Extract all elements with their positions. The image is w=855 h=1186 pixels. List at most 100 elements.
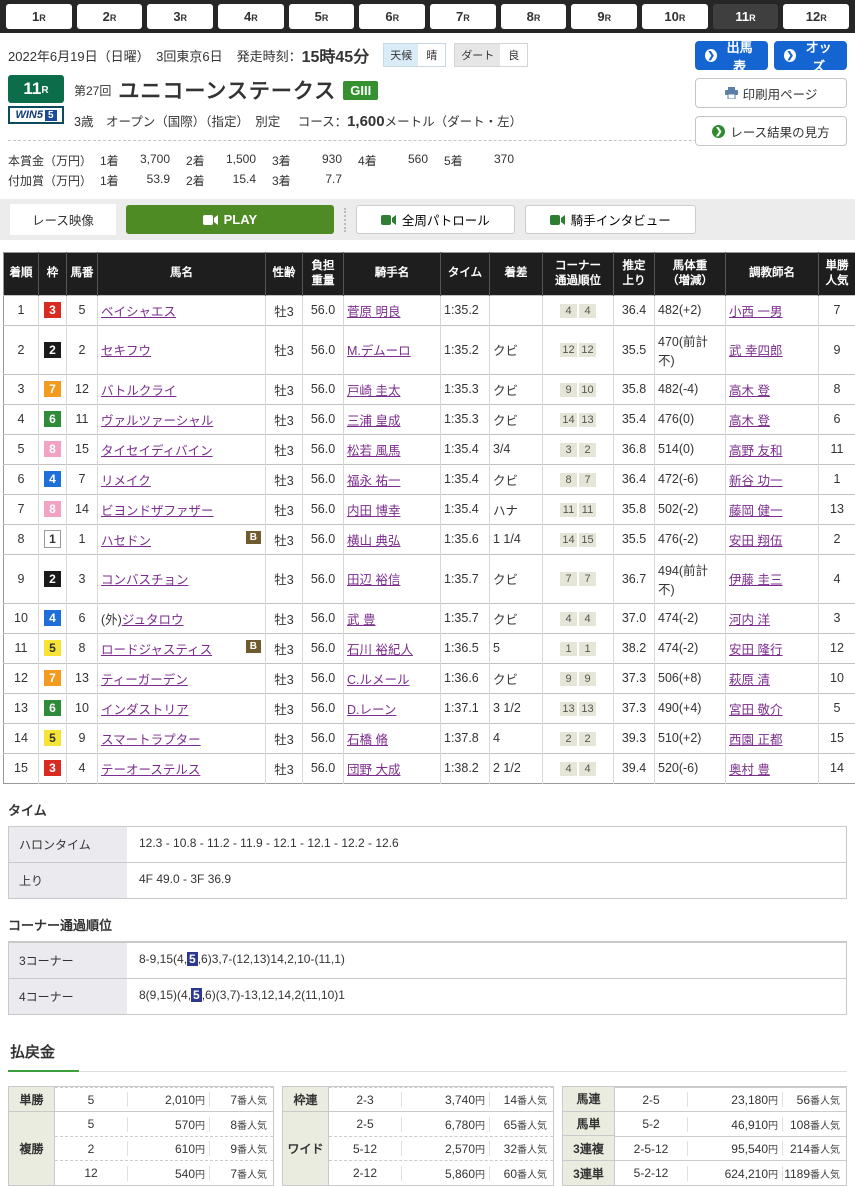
jockey-link[interactable]: 団野 大成 [347, 763, 400, 777]
race-tab[interactable]: 7R [430, 4, 496, 29]
jockey-link[interactable]: 石川 裕紀人 [347, 643, 413, 657]
horse-name-link[interactable]: セキフウ [101, 344, 151, 358]
results-guide-button[interactable]: ❯レース結果の見方 [695, 116, 847, 146]
trainer-link[interactable]: 西園 正都 [729, 733, 782, 747]
jockey-link[interactable]: 福永 祐一 [347, 474, 400, 488]
horse-name-link[interactable]: バトルクライ [101, 384, 176, 398]
agari-row: 上り 4F 49.0 - 3F 36.9 [9, 862, 846, 898]
race-tab-r: R [605, 13, 612, 23]
jockey-interview-button[interactable]: 騎手インタビュー [525, 205, 696, 234]
finish-time: 1:35.7 [441, 554, 490, 603]
trainer-link[interactable]: 安田 翔伍 [729, 534, 782, 548]
trainer-link[interactable]: 萩原 清 [729, 673, 770, 687]
horse-name-link[interactable]: タイセイディバイン [101, 444, 213, 458]
arrow-circle-icon: ❯ [705, 49, 717, 62]
trainer-link[interactable]: 高木 登 [729, 414, 770, 428]
race-video-label: レース映像 [10, 204, 116, 235]
trainer-link[interactable]: 藤岡 健一 [729, 504, 782, 518]
jockey-link[interactable]: 戸崎 圭太 [347, 384, 400, 398]
race-tab[interactable]: 4R [218, 4, 284, 29]
sex-age: 牡3 [266, 753, 303, 783]
horse-name-link[interactable]: ヴァルツァーシャル [101, 414, 213, 428]
horse-name-link[interactable]: ベイシャエス [101, 305, 176, 319]
horse-name-link[interactable]: テーオーステルス [101, 763, 200, 777]
race-tab[interactable]: 10R [642, 4, 708, 29]
column-header: 単勝 人気 [819, 253, 855, 296]
horse-name-link[interactable]: コンバスチョン [101, 573, 189, 587]
race-tab[interactable]: 9R [571, 4, 637, 29]
trainer-link[interactable]: 奥村 豊 [729, 763, 770, 777]
play-button[interactable]: PLAY [126, 205, 334, 234]
print-page-button[interactable]: 印刷用ページ [695, 78, 847, 108]
trainer-link[interactable]: 安田 隆行 [729, 643, 782, 657]
race-tab-number: 10 [664, 9, 678, 24]
trainer-link[interactable]: 小西 一男 [729, 305, 782, 319]
trainer-link[interactable]: 宮田 敬介 [729, 703, 782, 717]
trainer-link[interactable]: 河内 洋 [729, 613, 770, 627]
race-tab[interactable]: 3R [147, 4, 213, 29]
race-edition: 第27回 [74, 82, 111, 99]
jockey-link[interactable]: 横山 典弘 [347, 534, 400, 548]
entry-table-button[interactable]: ❯出馬表 [695, 41, 768, 70]
jockey-link[interactable]: 内田 博幸 [347, 504, 400, 518]
jockey-link[interactable]: D.レーン [347, 703, 396, 717]
race-tab[interactable]: 6R [359, 4, 425, 29]
race-tab-r: R [181, 13, 188, 23]
column-header: 馬番 [67, 253, 98, 296]
horse-number: 12 [67, 374, 98, 404]
jockey-link[interactable]: 武 豊 [347, 613, 375, 627]
horse-name-link[interactable]: ハセドン [101, 534, 151, 548]
race-tab[interactable]: 2R [77, 4, 143, 29]
jockey-link[interactable]: 菅原 明良 [347, 305, 400, 319]
payout-amount: 3,740 [445, 1093, 475, 1107]
jockey-link[interactable]: 三浦 皇成 [347, 414, 400, 428]
finish-time: 1:36.5 [441, 633, 490, 663]
trainer-link[interactable]: 高木 登 [729, 384, 770, 398]
odds-button[interactable]: ❯オッズ [774, 41, 847, 70]
race-tab[interactable]: 11R [713, 4, 779, 29]
horse-name-link[interactable]: ティーガーデン [101, 673, 188, 687]
finish-time: 1:35.4 [441, 464, 490, 494]
jockey-link[interactable]: C.ルメール [347, 673, 410, 687]
margin: 3 1/2 [490, 693, 543, 723]
corner-position: 4 [560, 612, 577, 626]
race-tab[interactable]: 1R [6, 4, 72, 29]
jockey-link[interactable]: 松若 風馬 [347, 444, 400, 458]
jockey-link[interactable]: 石橋 脩 [347, 733, 388, 747]
horse-name-link[interactable]: ジュタロウ [122, 613, 184, 627]
body-weight: 470(前計不) [655, 325, 726, 374]
payout-popularity: 8 [230, 1118, 237, 1132]
sex-age: 牡3 [266, 374, 303, 404]
jockey-link[interactable]: M.デムーロ [347, 344, 411, 358]
result-row: 7 8 14 ビヨンドザファザー 牡3 56.0 内田 博幸 1:35.4 ハナ… [4, 494, 855, 524]
frame-badge: 4 [44, 610, 61, 626]
corner-position: 1 [579, 642, 596, 656]
last-3f: 35.8 [614, 494, 655, 524]
race-tab[interactable]: 8R [501, 4, 567, 29]
prize-item: 4着560 [358, 152, 444, 169]
trainer-link[interactable]: 伊藤 圭三 [729, 573, 782, 587]
carried-weight: 56.0 [303, 404, 344, 434]
horse-name-link[interactable]: スマートラプター [101, 733, 201, 747]
horse-name-link[interactable]: ロードジャスティス [101, 643, 212, 657]
race-tab[interactable]: 5R [289, 4, 355, 29]
frame-badge: 7 [44, 670, 61, 686]
last-3f: 37.3 [614, 663, 655, 693]
race-tab[interactable]: 12R [783, 4, 849, 29]
patrol-video-button[interactable]: 全周パトロール [356, 205, 515, 234]
payout-popularity: 56 [797, 1093, 810, 1107]
trainer-link[interactable]: 武 幸四郎 [729, 344, 782, 358]
horse-name-link[interactable]: リメイク [101, 474, 151, 488]
trainer-link[interactable]: 新谷 功一 [729, 474, 782, 488]
column-header: 推定 上り [614, 253, 655, 296]
finish-position: 14 [4, 723, 39, 753]
margin: 1 1/4 [490, 524, 543, 554]
horse-name-link[interactable]: ビヨンドザファザー [101, 504, 214, 518]
win-popularity: 2 [819, 524, 855, 554]
jockey-link[interactable]: 田辺 裕信 [347, 573, 400, 587]
trainer-link[interactable]: 高野 友和 [729, 444, 782, 458]
race-tab-r: R [749, 13, 756, 23]
last-3f: 37.3 [614, 693, 655, 723]
horse-name-link[interactable]: インダストリア [101, 703, 189, 717]
race-tab-number: 2 [103, 9, 110, 24]
